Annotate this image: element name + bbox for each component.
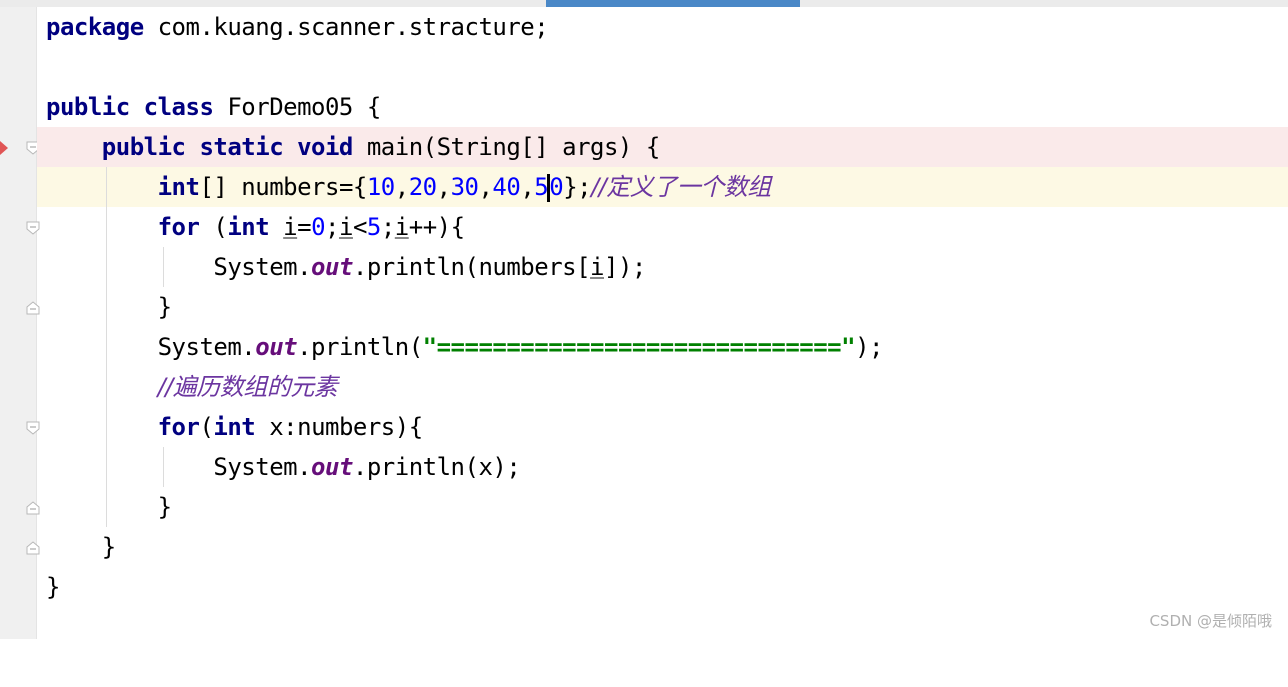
number-literal: 0 bbox=[311, 213, 326, 241]
code-text: < bbox=[352, 213, 367, 241]
number-literal: 40 bbox=[492, 173, 521, 201]
code-line-breakpoint[interactable]: public static void main(String[] args) { bbox=[37, 127, 1288, 167]
code-text: System. bbox=[213, 253, 312, 281]
indent-guide bbox=[163, 447, 164, 487]
code-line[interactable]: } bbox=[37, 527, 1288, 567]
keyword: for bbox=[157, 213, 200, 241]
code-text: } bbox=[157, 293, 172, 321]
keyword: public static void bbox=[101, 133, 354, 161]
code-text: .println( bbox=[297, 333, 423, 361]
code-text: ( bbox=[199, 413, 214, 441]
code-editor[interactable]: package com.kuang.scanner.stracture; pub… bbox=[37, 7, 1288, 639]
indent-guide bbox=[106, 167, 107, 527]
code-comment: //定义了一个数组 bbox=[591, 173, 771, 201]
variable: i bbox=[283, 213, 298, 241]
active-tab-indicator[interactable] bbox=[546, 0, 800, 7]
number-literal: 10 bbox=[366, 173, 395, 201]
code-line[interactable]: System.out.println(x); bbox=[37, 447, 1288, 487]
code-text: ForDemo05 { bbox=[213, 93, 381, 121]
static-field: out bbox=[311, 453, 353, 481]
code-text: ); bbox=[855, 333, 883, 361]
indent-guide bbox=[163, 247, 164, 287]
code-line[interactable]: System.out.println(numbers[i]); bbox=[37, 247, 1288, 287]
code-text: System. bbox=[157, 333, 256, 361]
code-line[interactable]: } bbox=[37, 287, 1288, 327]
code-text: } bbox=[157, 493, 172, 521]
keyword: public class bbox=[46, 93, 214, 121]
code-line[interactable]: for(int x:numbers){ bbox=[37, 407, 1288, 447]
code-line[interactable]: public class ForDemo05 { bbox=[37, 87, 1288, 127]
code-text: } bbox=[46, 573, 60, 601]
keyword: package bbox=[46, 13, 144, 41]
code-line[interactable]: } bbox=[37, 567, 1288, 607]
string-literal: "=============================" bbox=[422, 333, 856, 361]
code-text: = bbox=[297, 213, 312, 241]
number-literal: 0 bbox=[549, 173, 564, 201]
code-text: ++){ bbox=[408, 213, 465, 241]
number-literal: 30 bbox=[450, 173, 479, 201]
keyword: int bbox=[213, 413, 256, 441]
code-line[interactable]: } bbox=[37, 487, 1288, 527]
keyword: int bbox=[227, 213, 270, 241]
code-comment: //遍历数组的元素 bbox=[157, 373, 338, 401]
watermark: CSDN @是倾陌哦 bbox=[1149, 612, 1272, 630]
keyword: int bbox=[157, 173, 200, 201]
code-line-current[interactable]: int[] numbers={10,20,30,40,50};//定义了一个数组 bbox=[37, 167, 1288, 207]
code-text: .println(numbers[ bbox=[352, 253, 591, 281]
breakpoint-marker-icon[interactable] bbox=[0, 141, 8, 155]
variable: i bbox=[338, 213, 353, 241]
code-text: System. bbox=[213, 453, 312, 481]
static-field: out bbox=[255, 333, 298, 361]
number-literal: 5 bbox=[534, 173, 549, 201]
code-line[interactable]: package com.kuang.scanner.stracture; bbox=[37, 7, 1288, 47]
code-text: main(String[] args) { bbox=[352, 133, 660, 161]
code-text: [] numbers={ bbox=[199, 173, 367, 201]
code-text: x:numbers){ bbox=[255, 413, 423, 441]
keyword: for bbox=[157, 413, 200, 441]
code-text: com.kuang.scanner.stracture; bbox=[143, 13, 549, 41]
code-line[interactable]: for (int i=0;i<5;i++){ bbox=[37, 207, 1288, 247]
number-literal: 20 bbox=[408, 173, 437, 201]
code-text: .println(x); bbox=[352, 453, 521, 481]
variable: i bbox=[590, 253, 604, 281]
code-line[interactable]: System.out.println("====================… bbox=[37, 327, 1288, 367]
code-text: ; bbox=[380, 213, 395, 241]
number-literal: 5 bbox=[366, 213, 381, 241]
code-text: } bbox=[101, 533, 116, 561]
code-text: ; bbox=[325, 213, 339, 241]
code-text: }; bbox=[563, 173, 592, 201]
code-line[interactable]: //遍历数组的元素 bbox=[37, 367, 1288, 407]
static-field: out bbox=[311, 253, 353, 281]
code-text: ( bbox=[199, 213, 228, 241]
code-text: ]); bbox=[604, 253, 646, 281]
variable: i bbox=[394, 213, 409, 241]
